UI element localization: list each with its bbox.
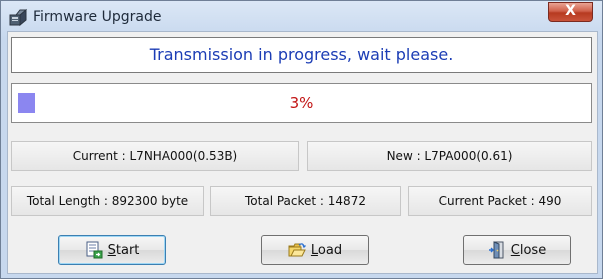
progress-bar: 3% [11,83,592,123]
dialog-client-area: Transmission in progress, wait please. 3… [7,31,598,274]
progress-percent-label: 3% [289,94,314,112]
close-button[interactable]: Close [463,235,571,265]
title-bar[interactable]: Firmware Upgrade X [1,1,602,35]
open-folder-icon [288,243,306,257]
new-version-field: New : L7PA000(0.61) [307,141,592,171]
window-close-button[interactable]: X [548,2,593,22]
current-packet-field: Current Packet : 490 [408,186,592,216]
exit-door-icon [488,241,504,259]
load-button-label: Load [310,242,343,258]
window-title: Firmware Upgrade [33,9,162,25]
total-length-field: Total Length : 892300 byte [11,186,204,216]
status-message: Transmission in progress, wait please. [11,37,592,73]
firmware-upgrade-window: Firmware Upgrade X Transmission in progr… [0,0,603,279]
start-document-icon [86,241,103,259]
current-version-field: Current : L7NHA000(0.53B) [11,141,299,171]
close-button-label: Close [510,242,547,258]
start-button-label: Start [107,242,140,258]
firmware-app-icon [9,8,27,26]
start-button[interactable]: Start [58,235,166,265]
load-button[interactable]: Load [261,235,369,265]
total-packet-field: Total Packet : 14872 [210,186,401,216]
